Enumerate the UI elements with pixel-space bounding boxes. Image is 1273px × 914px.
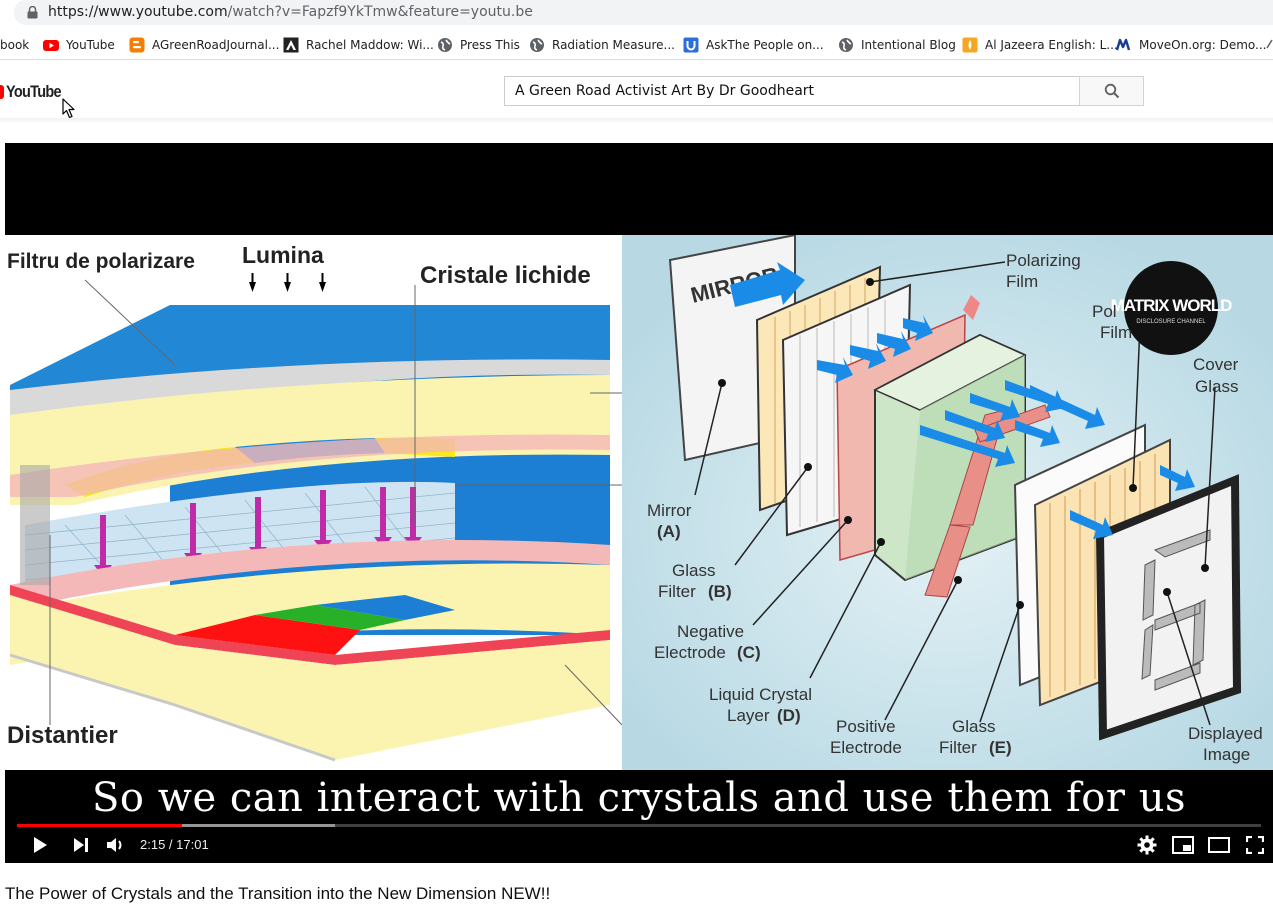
aljazeera-icon	[962, 37, 978, 53]
fullscreen-icon	[1246, 836, 1264, 854]
miniplayer-icon	[1172, 836, 1194, 854]
youtube-logo[interactable]: YouTube	[0, 82, 71, 102]
bookmark-radiation-measure[interactable]: Radiation Measure...	[529, 36, 675, 54]
label-negative-electrode-2: Electrode	[654, 643, 726, 662]
video-player[interactable]: Filtru de polarizare Lumina Cristale lic…	[5, 143, 1273, 863]
video-frame[interactable]: Filtru de polarizare Lumina Cristale lic…	[5, 235, 1273, 770]
label-cover-glass-1: Cover	[1193, 355, 1239, 374]
progress-bar[interactable]	[17, 824, 1261, 827]
bookmark-youtube[interactable]: YouTube	[43, 36, 115, 54]
label-pol-film-2: Film	[1100, 323, 1132, 342]
label-positive-electrode-1: Positive	[836, 717, 896, 736]
label-spacer: Distantier	[7, 722, 118, 749]
progress-played	[17, 824, 183, 827]
miniplayer-button[interactable]	[1171, 833, 1195, 857]
label-liquid-crystal-1: Liquid Crystal	[709, 685, 812, 704]
label-cover-glass-2: Glass	[1195, 377, 1238, 396]
gear-icon	[1137, 835, 1157, 855]
label-glass-filter-b-3: (B)	[708, 582, 732, 601]
globe-icon	[839, 38, 853, 52]
label-glass-filter-b-2: Filter	[658, 582, 696, 601]
bookmark-label: Al Jazeera English: L...	[985, 38, 1118, 52]
url-path: /watch?v=Fapzf9YkTmw&feature=youtu.be	[227, 4, 533, 20]
search-button[interactable]	[1079, 76, 1144, 106]
mute-button[interactable]	[103, 833, 127, 857]
label-polarizing-film-2: Film	[1006, 272, 1038, 291]
bookmark-label: AskThe People on...	[706, 38, 824, 52]
bookmark-facebook[interactable]: book	[0, 36, 29, 54]
theater-mode-icon	[1208, 837, 1230, 853]
moveon-icon	[1116, 38, 1131, 51]
settings-button[interactable]	[1135, 833, 1159, 857]
bookmark-press-this[interactable]: Press This	[437, 36, 520, 54]
bookmark-intentional-blog[interactable]: Intentional Blog	[838, 36, 956, 54]
bookmark-label: YouTube	[66, 38, 115, 52]
mouse-cursor-icon	[62, 98, 75, 119]
label-polarizing-filter: Filtru de polarizare	[7, 250, 195, 273]
watermark-subtext: DISCLOSURE CHANNEL	[1136, 319, 1206, 325]
label-liquid-crystal-3: (D)	[777, 706, 801, 725]
label-pol-film-1: Pol	[1092, 302, 1117, 321]
youtube-icon	[43, 40, 59, 51]
url-text[interactable]: https://www.youtube.com/watch?v=Fapzf9Yk…	[48, 4, 533, 20]
label-mirror-a-2: (A)	[657, 522, 681, 541]
bookmarks-bar: book YouTube AGreenRoadJournal... Rachel…	[0, 28, 1273, 60]
bookmark-al-jazeera[interactable]: Al Jazeera English: L...	[962, 36, 1118, 54]
msnbc-icon	[283, 37, 299, 53]
u-icon	[683, 37, 699, 53]
bookmark-asktheppeople[interactable]: AskThe People on...	[683, 36, 824, 54]
more-bookmarks-chevron-icon[interactable]	[1266, 39, 1273, 49]
bookmark-label: Rachel Maddow: Wi...	[306, 38, 434, 52]
next-icon	[74, 838, 88, 852]
theater-mode-button[interactable]	[1207, 833, 1231, 857]
bookmark-label: Press This	[460, 38, 520, 52]
label-displayed-image-2: Image	[1203, 745, 1250, 764]
bookmark-label: Radiation Measure...	[552, 38, 675, 52]
header-divider	[0, 118, 1273, 124]
label-liquid-crystals: Cristale lichide	[420, 262, 591, 289]
lcd-crosssection-diagram: Filtru de polarizare Lumina Cristale lic…	[5, 235, 623, 770]
bookmark-rachel-maddow[interactable]: Rachel Maddow: Wi...	[283, 36, 434, 54]
label-mirror-a-1: Mirror	[647, 501, 692, 520]
fullscreen-button[interactable]	[1243, 833, 1267, 857]
label-light: Lumina	[242, 242, 324, 268]
bookmark-label: Intentional Blog	[861, 38, 956, 52]
lock-icon[interactable]	[27, 6, 38, 19]
lcd-exploded-diagram: MIRROR	[622, 235, 1273, 770]
play-button[interactable]	[27, 833, 53, 857]
label-glass-filter-e-1: Glass	[952, 717, 995, 736]
time-display: 2:15 / 17:01	[140, 837, 209, 852]
next-button[interactable]	[69, 833, 93, 857]
youtube-logo-icon	[0, 85, 4, 99]
search-input[interactable]	[504, 76, 1080, 106]
volume-icon	[107, 838, 122, 852]
bookmark-label: book	[0, 38, 30, 52]
video-caption: So we can interact with crystals and use…	[92, 775, 1186, 821]
watermark-text: MATRIX WORLD	[1111, 296, 1233, 315]
label-negative-electrode-1: Negative	[677, 622, 744, 641]
search-icon	[1104, 83, 1119, 99]
label-glass-filter-e-3: (E)	[989, 738, 1012, 757]
globe-icon	[438, 38, 452, 52]
globe-icon	[530, 38, 544, 52]
label-liquid-crystal-2: Layer	[727, 706, 770, 725]
address-bar[interactable]: https://www.youtube.com/watch?v=Fapzf9Yk…	[0, 0, 1273, 26]
bookmark-label: MoveOn.org: Demo...	[1139, 38, 1267, 52]
url-domain: https://www.youtube.com	[48, 4, 228, 20]
label-positive-electrode-2: Electrode	[830, 738, 902, 757]
label-negative-electrode-3: (C)	[737, 643, 761, 662]
video-title: The Power of Crystals and the Transition…	[5, 884, 551, 903]
play-icon	[34, 837, 47, 853]
bookmark-agreenroadjournal[interactable]: AGreenRoadJournal...	[129, 36, 279, 54]
label-glass-filter-b-1: Glass	[672, 561, 715, 580]
label-polarizing-film-1: Polarizing	[1006, 251, 1081, 270]
label-displayed-image-1: Displayed	[1188, 724, 1263, 743]
bookmark-label: AGreenRoadJournal...	[152, 38, 280, 52]
youtube-logo-text: YouTube	[6, 82, 62, 101]
bookmark-moveon[interactable]: MoveOn.org: Demo...	[1116, 36, 1266, 54]
blogger-icon	[129, 37, 145, 53]
label-glass-filter-e-2: Filter	[939, 738, 977, 757]
